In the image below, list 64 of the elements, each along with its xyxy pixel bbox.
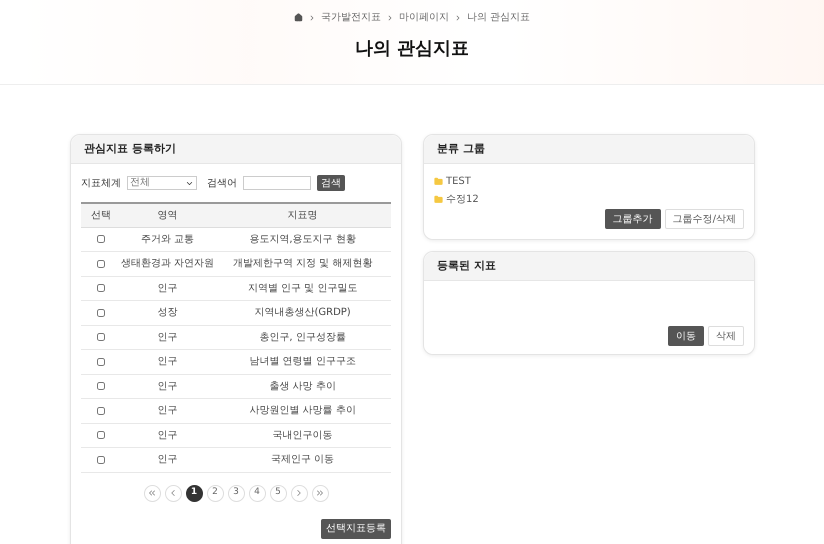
double-chevron-left-icon (147, 488, 157, 498)
indicator-cell: 총인구, 인구성장률 (214, 325, 391, 350)
double-chevron-right-icon (315, 488, 325, 498)
area-cell: 성장 (121, 300, 214, 325)
page-button[interactable]: 5 (270, 484, 286, 502)
indicator-cell: 출생 사망 추이 (214, 374, 391, 398)
area-cell: 주거와 교통 (121, 227, 214, 252)
area-cell: 인구 (121, 350, 214, 374)
system-select[interactable]: 전체 (127, 176, 197, 190)
page-title: 나의 관심지표 (354, 37, 470, 61)
area-cell: 인구 (121, 423, 214, 448)
page-button[interactable]: 3 (228, 484, 244, 502)
group-item[interactable]: 수정12 (434, 192, 479, 207)
indicator-cell: 남녀별 연령별 인구구조 (214, 350, 391, 374)
secondary-button[interactable]: 그룹수정/삭제 (664, 209, 744, 229)
panel-title: 관심지표 등록하기 (84, 140, 176, 157)
area-cell: 생태환경과 자연자원 (121, 252, 214, 276)
panel-title: 등록된 지표 (437, 258, 496, 274)
area-cell: 인구 (121, 448, 214, 472)
row-checkbox[interactable] (97, 308, 105, 317)
row-checkbox[interactable] (97, 431, 105, 440)
area-cell: 인구 (121, 398, 214, 423)
search-button[interactable]: 검색 (317, 175, 345, 191)
folder-icon (434, 195, 443, 204)
group-item[interactable]: TEST (434, 174, 471, 189)
secondary-button[interactable]: 삭제 (708, 326, 744, 346)
breadcrumb-link[interactable]: 국가발전지표 (320, 10, 381, 25)
primary-button[interactable]: 그룹추가 (604, 209, 661, 229)
indicator-cell: 지역별 인구 및 인구밀도 (214, 276, 391, 300)
filter-label: 검색어 (207, 176, 237, 190)
register-button[interactable]: 선택지표등록 (321, 518, 391, 538)
indicator-cell: 국제인구 이동 (214, 448, 391, 472)
page-button[interactable]: 4 (248, 484, 266, 502)
row-checkbox[interactable] (97, 406, 105, 415)
column-header: 지표명 (214, 203, 391, 227)
indicator-cell: 용도지역,용도지구 현황 (214, 227, 391, 252)
home-icon[interactable] (294, 13, 303, 22)
area-cell: 인구 (121, 374, 214, 398)
indicator-cell: 개발제한구역 지정 및 해제현황 (214, 252, 391, 276)
area-cell: 인구 (121, 276, 214, 300)
page-button[interactable]: 2 (206, 484, 224, 502)
last-page-button[interactable] (312, 484, 328, 502)
row-checkbox[interactable] (97, 260, 105, 268)
first-page-button[interactable] (144, 484, 160, 502)
row-checkbox[interactable] (97, 333, 105, 342)
row-checkbox[interactable] (97, 235, 105, 244)
page-button[interactable]: 1 (186, 484, 202, 502)
filter-label: 지표체계 (81, 176, 121, 190)
breadcrumb-link[interactable]: 마이페이지 (398, 10, 449, 25)
indicator-cell: 국내인구이동 (214, 423, 391, 448)
folder-icon (434, 177, 443, 186)
primary-button[interactable]: 이동 (668, 326, 704, 346)
column-header: 선택 (81, 203, 121, 227)
row-checkbox[interactable] (97, 284, 105, 292)
panel-title: 분류 그룹 (437, 140, 485, 157)
area-cell: 인구 (121, 325, 214, 350)
keyword-input[interactable] (243, 176, 311, 190)
row-checkbox[interactable] (97, 382, 105, 390)
row-checkbox[interactable] (97, 456, 105, 464)
indicator-cell: 사망원인별 사망률 추이 (214, 398, 391, 423)
indicator-cell: 지역내총생산(GRDP) (214, 300, 391, 325)
column-header: 영역 (121, 203, 214, 227)
breadcrumb-link[interactable]: 나의 관심지표 (466, 10, 530, 25)
row-checkbox[interactable] (97, 358, 105, 366)
